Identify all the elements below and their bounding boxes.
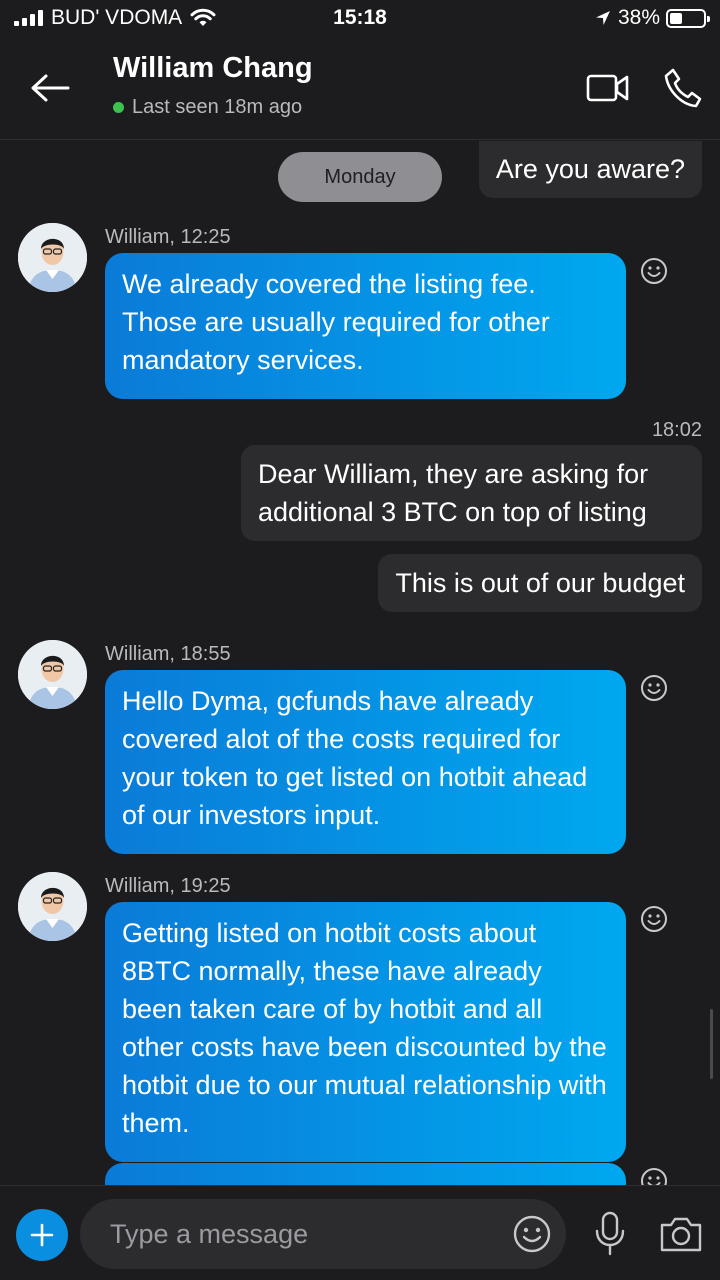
add-attachment-button[interactable] [16,1209,68,1261]
status-bar: BUD' VDOMA 15:18 38% [0,0,720,40]
avatar[interactable] [18,640,87,709]
add-reaction-icon[interactable] [640,905,668,933]
battery-icon [666,8,710,28]
chat-header: William Chang Last seen 18m ago [0,40,720,140]
avatar-image [18,872,87,941]
message-composer [0,1185,720,1280]
incoming-message[interactable]: We already covered the listing fee. Thos… [105,253,626,399]
contact-name[interactable]: William Chang [113,52,313,85]
online-status-dot [113,102,124,113]
scrollbar-thumb[interactable] [710,1009,713,1079]
plus-icon [30,1223,54,1247]
last-seen-text: Last seen 18m ago [132,96,303,118]
message-meta: William, 12:25 [105,226,231,248]
avatar[interactable] [18,223,87,292]
avatar[interactable] [18,872,87,941]
avatar-image [18,640,87,709]
outgoing-message[interactable]: Are you aware? [478,141,702,198]
battery-fill [670,12,683,24]
microphone-icon[interactable] [592,1211,628,1257]
avatar-image [18,223,87,292]
message-list[interactable]: Monday Are you aware? William, 12:25 We … [0,141,720,1185]
incoming-message[interactable] [105,1163,626,1185]
outgoing-message[interactable]: Dear William, they are asking for additi… [241,445,702,541]
message-meta: William, 19:25 [105,875,231,897]
location-arrow-icon [595,11,610,25]
message-input[interactable] [80,1199,566,1269]
presence-status: Last seen 18m ago [113,96,302,119]
emoji-icon[interactable] [512,1214,552,1254]
incoming-message[interactable]: Getting listed on hotbit costs about 8BT… [105,902,626,1162]
message-time: 18:02 [651,419,702,441]
incoming-message[interactable]: Hello Dyma, gcfunds have already covered… [105,670,626,854]
add-reaction-icon[interactable] [640,257,668,285]
camera-icon[interactable] [658,1214,704,1254]
add-reaction-icon[interactable] [640,674,668,702]
battery-percent: 38% [617,6,660,29]
back-arrow-icon[interactable] [28,70,72,106]
status-right: 38% [594,6,710,30]
video-call-icon[interactable] [586,70,630,106]
phone-icon[interactable] [662,66,702,110]
message-meta: William, 18:55 [105,643,231,665]
outgoing-message[interactable]: This is out of our budget [378,554,702,612]
day-separator: Monday [278,152,442,202]
add-reaction-icon[interactable] [640,1167,668,1185]
